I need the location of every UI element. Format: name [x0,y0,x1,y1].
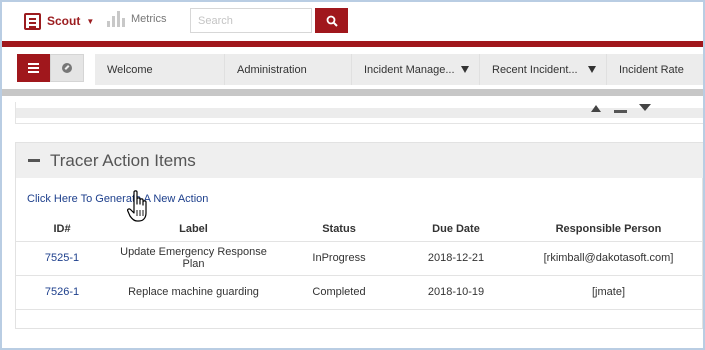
hamburger-icon [28,62,39,74]
tab-bar: Welcome Administration Incident Manage..… [95,54,703,85]
cell-id: 7526-1 [16,275,108,310]
search-button[interactable] [315,8,348,33]
menu-button[interactable] [17,54,50,82]
tab-label: Incident Manage... [364,63,455,76]
tab-incident-management[interactable]: Incident Manage... [352,54,480,85]
move-up-icon[interactable] [591,105,601,112]
cell-responsible-person: [jmate] [513,275,703,310]
caret-down-icon: ▼ [86,16,95,26]
tab-label: Administration [237,63,307,76]
cell-due-date: 2018-10-19 [399,275,513,310]
tab-incident-rate[interactable]: Incident Rate [607,54,703,85]
collapsed-panel [15,102,703,124]
search-input[interactable] [190,8,312,33]
cell-status: Completed [279,275,399,310]
scout-label: Scout [47,14,81,28]
column-header-status[interactable]: Status [279,217,399,242]
top-bar: Scout ▼ Metrics [2,2,703,41]
tab-welcome[interactable]: Welcome [95,54,225,85]
search-icon [326,15,338,27]
tab-administration[interactable]: Administration [225,54,352,85]
tab-label: Incident Rate [619,63,684,76]
tab-label: Recent Incident... [492,63,578,76]
nav-scroll-bar [2,89,703,96]
bar-chart-icon [107,11,125,27]
metrics-label: Metrics [131,13,167,25]
dropdown-arrow-icon[interactable] [461,66,469,73]
panel-title: Tracer Action Items [50,150,196,170]
column-header-label[interactable]: Label [108,217,279,242]
cell-status: InProgress [279,241,399,276]
action-id-link[interactable]: 7525-1 [45,252,79,264]
app-window: Scout ▼ Metrics Welcome [2,2,703,348]
scout-list-icon [24,12,41,30]
table-header-row: ID# Label Status Due Date Responsible Pe… [16,217,703,242]
minimize-icon[interactable] [614,110,627,113]
dashboard-button[interactable] [50,54,84,82]
tracer-action-items-panel: Tracer Action Items Click Here To Genera… [15,142,703,329]
panel-header: Tracer Action Items [16,143,703,178]
cell-responsible-person: [rkimball@dakotasoft.com] [513,241,703,276]
column-header-due-date[interactable]: Due Date [399,217,513,242]
action-items-table: ID# Label Status Due Date Responsible Pe… [16,217,703,310]
table-row: 7525-1 Update Emergency Response Plan In… [16,241,703,276]
nav-row: Welcome Administration Incident Manage..… [2,47,703,87]
table-row: 7526-1 Replace machine guarding Complete… [16,275,703,310]
generate-action-link[interactable]: Click Here To Generate A New Action [27,193,208,205]
tab-label: Welcome [107,63,153,76]
metrics-link[interactable]: Metrics [107,11,166,27]
action-id-link[interactable]: 7526-1 [45,286,79,298]
cell-label: Update Emergency Response Plan [108,241,279,276]
tab-recent-incidents[interactable]: Recent Incident... [480,54,607,85]
cell-label: Replace machine guarding [108,275,279,310]
cell-due-date: 2018-12-21 [399,241,513,276]
column-header-id[interactable]: ID# [16,217,108,242]
collapse-icon[interactable] [28,159,40,162]
move-down-icon[interactable] [639,104,651,111]
gauge-icon [62,63,72,73]
scout-menu[interactable]: Scout ▼ [24,10,94,32]
cell-id: 7525-1 [16,241,108,276]
column-header-responsible-person[interactable]: Responsible Person [513,217,703,242]
dropdown-arrow-icon[interactable] [588,66,596,73]
